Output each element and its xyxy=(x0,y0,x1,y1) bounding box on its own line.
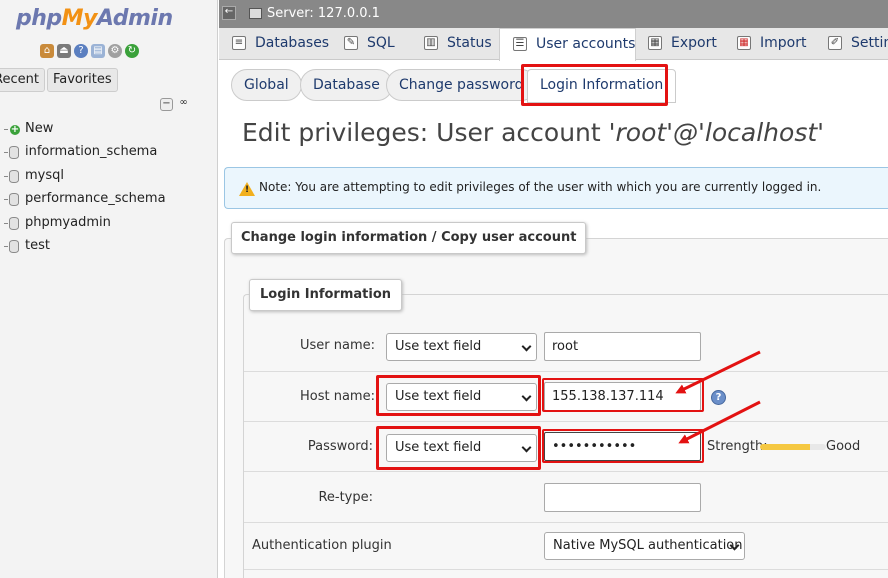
annotation-arrow xyxy=(675,350,761,394)
annotation-arrow xyxy=(678,400,761,444)
annotation-arrows xyxy=(675,350,761,444)
